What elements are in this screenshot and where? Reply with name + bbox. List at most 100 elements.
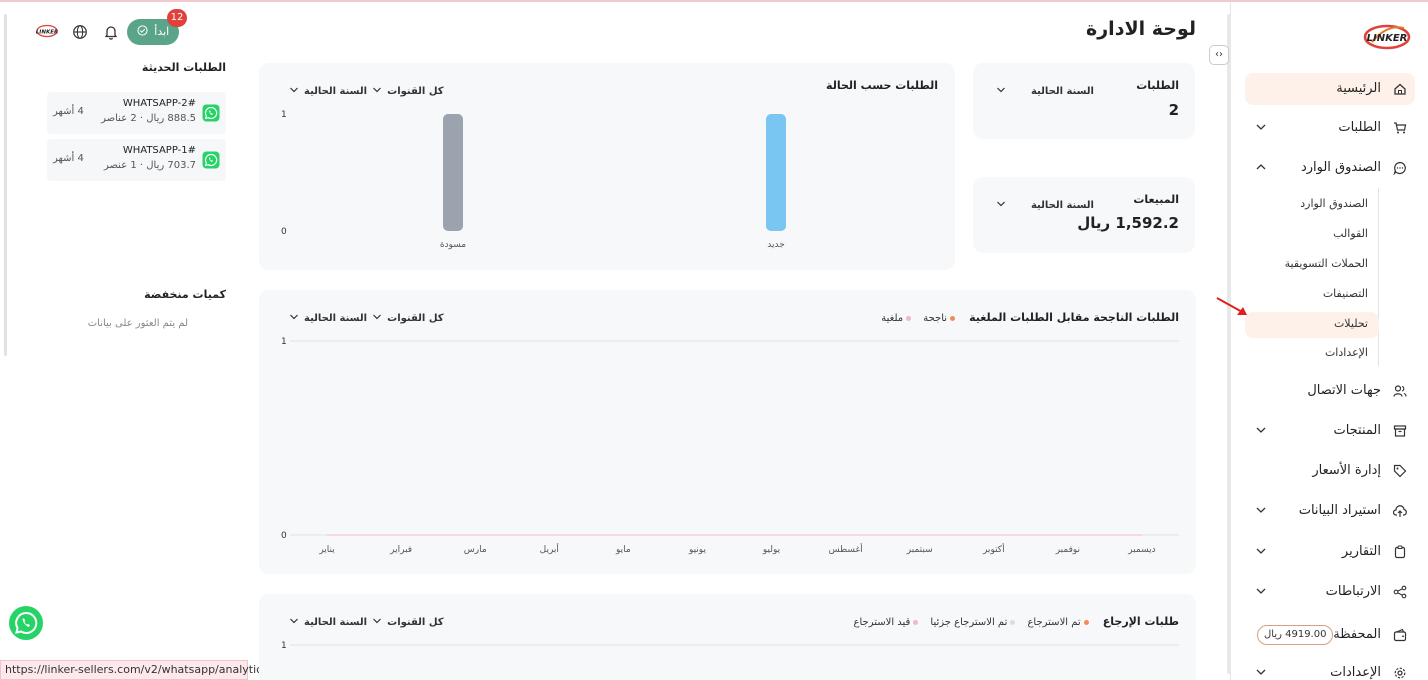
sales-kpi-title: المبيعات (1133, 193, 1179, 206)
whatsapp-icon (202, 151, 220, 169)
sidebar-collapse-toggle[interactable]: ‹› (1209, 45, 1229, 65)
sidebar-item-integrations[interactable]: الارتباطات (1245, 576, 1415, 608)
wallet-icon (1393, 628, 1407, 642)
sidebar-item-label: المحفظة (1333, 627, 1381, 642)
submenu-item-templates[interactable]: القوالب (1333, 227, 1368, 240)
sidebar-item-pricing[interactable]: إدارة الأسعار (1245, 455, 1415, 487)
upload-cloud-icon (1393, 505, 1407, 517)
chat-icon (1393, 161, 1406, 175)
x-tick-label: أكتوبر (982, 543, 1005, 555)
y-tick-label: 1 (281, 337, 287, 347)
period-select-label: السنة الحالية (1030, 86, 1094, 97)
sidebar-item-reports[interactable]: التقارير (1245, 536, 1415, 568)
order-number: WHATSAPP-1# (122, 145, 196, 156)
sidebar-item-label: الارتباطات (1325, 584, 1381, 599)
sidebar-item-contacts[interactable]: جهات الاتصال (1245, 375, 1415, 407)
notification-count-badge: 12 (167, 9, 187, 27)
success-vs-cancelled-card: الطلبات الناجحة مقابل الطلبات الملغية نا… (259, 290, 1196, 574)
orders-by-status-card: الطلبات حسب الحالة كل القنوات السنة الحا… (259, 63, 955, 270)
period-select-label: السنة الحالية (1030, 200, 1094, 211)
bar-1 (766, 114, 786, 231)
chevron-up-icon (1256, 164, 1266, 170)
tag-icon (1393, 464, 1407, 478)
chevron-down-icon (1256, 669, 1266, 675)
x-tick-label: جديد (767, 240, 785, 250)
returns-chart: 1 (281, 641, 1179, 651)
wallet-balance-badge: 4919.00 ريال (1257, 625, 1334, 645)
x-tick-label: أغسطس (829, 543, 863, 555)
svg-text:LINKER: LINKER (1367, 33, 1408, 44)
linker-mini-logo[interactable]: LINKER (36, 24, 58, 38)
submenu-item-inbox[interactable]: الصندوق الوارد (1300, 197, 1368, 210)
start-button-label: ابدأ (154, 25, 170, 38)
recent-order-card[interactable]: WHATSAPP-1# 703.7 ريال · 1 عنصر 4 أشهر (47, 139, 226, 181)
orders-by-status-chart: 1 0 مسودة جديد (281, 110, 786, 250)
submenu-item-settings[interactable]: الإعدادات (1325, 346, 1368, 359)
page-title: لوحة الادارة (1086, 18, 1196, 40)
y-tick-label: 0 (281, 531, 287, 541)
sidebar-item-products[interactable]: المنتجات (1245, 415, 1415, 447)
recent-orders-title: الطلبات الحديثة (141, 61, 226, 74)
sidebar-item-inbox[interactable]: الصندوق الوارد (1245, 152, 1415, 184)
sidebar-item-import[interactable]: استيراد البيانات (1245, 495, 1415, 527)
low-stock-empty-message: لم يتم العثور على بيانات (87, 318, 188, 329)
sales-kpi-card: المبيعات السنة الحالية 1,592.2 ريال (973, 177, 1195, 253)
sidebar-item-label: استيراد البيانات (1298, 503, 1381, 518)
x-tick-label: يونيو (688, 545, 707, 555)
sidebar-item-orders[interactable]: الطلبات (1245, 112, 1415, 144)
x-tick-label: مسودة (440, 240, 466, 250)
orders-period-select[interactable]: السنة الحالية (996, 79, 1094, 98)
sidebar-item-label: الطلبات (1338, 120, 1381, 135)
sidebar-scrollbar[interactable] (1227, 14, 1231, 674)
x-tick-label: أبريل (540, 543, 559, 555)
gear-icon (1394, 667, 1406, 679)
order-number: WHATSAPP-2# (122, 98, 196, 109)
order-age: 4 أشهر (53, 153, 84, 164)
svg-text:LINKER: LINKER (36, 30, 58, 36)
red-arrow-annotation (1216, 297, 1247, 315)
bar-0 (443, 114, 463, 231)
clipboard-icon (1394, 545, 1406, 559)
sidebar-item-label: التقارير (1341, 544, 1381, 559)
submenu-guide-line (1378, 188, 1379, 366)
returns-card: طلبات الإرجاع تم الاسترجاع تم الاسترجاع … (259, 594, 1196, 680)
left-panel-scrollbar[interactable] (4, 14, 7, 356)
share-icon (1393, 585, 1407, 599)
chevron-down-icon (1256, 507, 1266, 513)
sidebar-item-home[interactable]: الرئيسية (1245, 73, 1415, 105)
order-summary: 888.5 ريال · 2 عناصر (101, 113, 196, 124)
order-age: 4 أشهر (53, 106, 84, 117)
low-stock-title: كميات منخفضة (144, 288, 226, 301)
cart-icon (1394, 122, 1407, 134)
success-vs-cancelled-chart: 1 0 ديسمبر نوفمبر أكتوبر سبتمبر أغسطس يوليو يوني… (281, 337, 1179, 555)
submenu-item-analytics[interactable]: تحليلات (1334, 317, 1368, 330)
x-tick-label: يناير (318, 545, 335, 555)
x-tick-label: يوليو (762, 545, 781, 555)
x-tick-label: مايو (615, 545, 631, 555)
chevron-down-icon (1256, 588, 1266, 594)
sidebar-item-settings[interactable]: الإعدادات (1245, 657, 1415, 680)
sales-period-select[interactable]: السنة الحالية (996, 193, 1094, 212)
y-tick-label: 1 (281, 110, 287, 120)
x-tick-label: سبتمبر (906, 545, 933, 555)
chevron-down-icon (996, 87, 1005, 92)
orders-kpi-title: الطلبات (1136, 79, 1179, 92)
chevron-down-icon (1256, 427, 1266, 433)
chevron-down-icon (1256, 124, 1266, 130)
sidebar-item-label: جهات الاتصال (1307, 383, 1381, 398)
globe-icon[interactable] (72, 24, 88, 40)
check-circle-icon (137, 25, 148, 36)
top-accent-line (0, 0, 1428, 2)
bell-icon[interactable] (103, 24, 119, 40)
chevron-down-icon (1256, 548, 1266, 554)
y-tick-label: 0 (281, 227, 287, 237)
order-summary: 703.7 ريال · 1 عنصر (103, 160, 196, 171)
sidebar-item-label: الإعدادات (1330, 665, 1381, 680)
status-bar-url: https://linker-sellers.com/v2/whatsapp/a… (0, 660, 268, 680)
recent-order-card[interactable]: WHATSAPP-2# 888.5 ريال · 2 عناصر 4 أشهر (47, 92, 226, 134)
x-tick-label: ديسمبر (1127, 545, 1155, 555)
submenu-item-campaigns[interactable]: الحملات التسويقية (1285, 257, 1368, 270)
y-tick-label: 1 (281, 641, 287, 651)
submenu-item-categories[interactable]: التصنيفات (1323, 287, 1368, 300)
whatsapp-float-button[interactable] (8, 605, 44, 641)
